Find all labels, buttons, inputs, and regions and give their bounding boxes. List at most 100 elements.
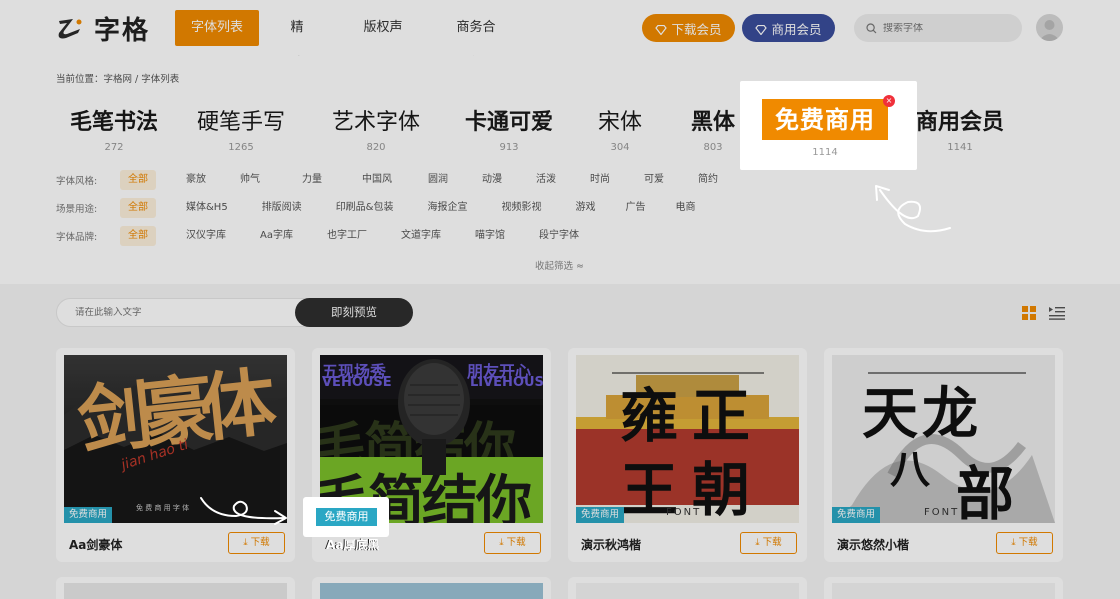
category-count: 913 [499,142,519,153]
download-vip-label: 下载会员 [671,21,722,37]
category-name: 商用会员 [915,109,1004,135]
logo-icon [56,14,84,42]
download-button[interactable]: ⤓ 下载 [740,532,797,554]
header-search[interactable] [854,14,1022,42]
category-name: 硬笔手写 [196,110,285,135]
list-view-icon[interactable] [1049,305,1065,320]
download-vip-button[interactable]: 下载会员 [642,14,735,42]
avatar[interactable] [1036,14,1063,41]
filter-row-scene: 场景用途: 全部 媒体&H5 排版阅读 印刷品&包装 海报企宣 视频影视 游戏 … [56,198,704,218]
filter-option-all[interactable]: 全部 [120,170,156,190]
filter-option[interactable]: 排版阅读 [254,198,310,218]
nav-business[interactable]: 商务合作 [452,10,500,71]
filter-option[interactable]: 中国风 [354,170,400,190]
diamond-icon [755,23,768,36]
preview-button[interactable]: 即刻预览 [295,298,413,327]
filter-option[interactable]: 汉仪字库 [178,226,234,246]
filter-option[interactable]: Aa字库 [252,226,301,246]
filter-option[interactable]: 时尚 [582,170,618,190]
filter-option[interactable]: 媒体&H5 [178,198,236,218]
filter-label: 字体品牌: [56,232,98,243]
free-commercial-tag: 免费商用 [832,507,881,523]
free-commercial-tag: 免费商用 [316,508,377,526]
filter-option[interactable]: 力量 [294,170,330,190]
top-header: 字格 字体列表 精选 版权声明 商务合作 下载会员 商用会员 [0,0,1120,71]
preview-art-note: 免 费 商 用 字 体 [136,504,190,512]
filter-option[interactable]: 视频影视 [494,198,550,218]
category-count: 272 [104,142,124,153]
font-preview-image: 天龙 八 部 FONT [832,355,1055,523]
filter-option[interactable]: 电商 [668,198,704,218]
font-title: 演示悠然小楷 [837,538,910,552]
nav-font-list[interactable]: 字体列表 [175,10,259,46]
free-commercial-tag: 免费商用 [64,507,113,523]
filter-option[interactable]: 活泼 [528,170,564,190]
business-vip-label: 商用会员 [771,21,822,37]
category-name: 艺术字体 [331,110,420,135]
nav-featured[interactable]: 精选 [285,10,309,71]
download-button[interactable]: ⤓ 下载 [484,532,541,554]
filter-option-all[interactable]: 全部 [120,226,156,246]
microphone-image [398,359,470,475]
preview-art-text: 八 [890,446,930,493]
font-card[interactable]: 天龙 八 部 FONT 免费商用 演示悠然小楷 ⤓ 下载 [824,348,1063,562]
category-calligraphy[interactable]: 毛笔书法 272 [54,104,174,153]
font-card[interactable]: 雍正 王朝 FONT 免费商用 演示秋鸿楷 ⤓ 下载 [568,348,807,562]
download-button[interactable]: ⤓ 下载 [996,532,1053,554]
grid-view-icon[interactable] [1022,305,1036,320]
business-vip-button[interactable]: 商用会员 [742,14,835,42]
font-card[interactable] [56,577,295,599]
filter-option[interactable]: 海报企宣 [420,198,476,218]
filter-option-all[interactable]: 全部 [120,198,156,218]
preview-art-text: 雍正 [620,382,765,450]
font-preview-image: 剑豪体 jian hao ti 免 费 商 用 字 体 [64,355,287,523]
font-preview-image: 雍正 王朝 FONT [576,355,799,523]
preview-text-bar: 即刻预览 [56,298,413,327]
collapse-filters-link[interactable]: 收起筛选 ≈ [535,258,584,272]
font-card[interactable]: 剑豪体 jian hao ti 免 费 商 用 字 体 免费商用 Aa剑豪体 ⤓… [56,348,295,562]
font-preview-image [576,583,799,599]
font-card[interactable] [568,577,807,599]
filter-option[interactable]: 也字工厂 [319,226,375,246]
filter-row-brand: 字体品牌: 全部 汉仪字库 Aa字库 也字工厂 文道字库 喵字馆 段宁字体 [56,226,587,246]
main-nav: 字体列表 精选 版权声明 商务合作 [175,10,500,71]
filter-label: 场景用途: [56,204,98,215]
filter-option[interactable]: 游戏 [568,198,604,218]
preview-art-text: FONT [666,507,702,518]
category-count: 1141 [947,142,973,153]
highlight-free-commercial-category[interactable]: 免费商用 × 1114 [740,81,917,170]
preview-text-input[interactable] [75,307,275,318]
filter-option[interactable]: 圆润 [420,170,456,190]
logo-text: 字格 [94,15,151,46]
category-handwriting[interactable]: 硬笔手写 1265 [181,104,301,153]
search-input[interactable] [883,22,1013,34]
font-title: Aa剑豪体 [69,538,123,552]
category-artistic[interactable]: 艺术字体 820 [316,104,436,153]
preview-art-text: 部 [956,460,1015,523]
filter-option[interactable]: 简约 [690,170,726,190]
category-cartoon[interactable]: 卡通可爱 913 [449,104,569,153]
filter-option[interactable]: 帅气 [232,170,268,190]
font-preview-image [64,583,287,599]
filter-option[interactable]: 段宁字体 [531,226,587,246]
filter-option[interactable]: 文道字库 [393,226,449,246]
preview-art-text: FONT [924,507,960,518]
nav-copyright[interactable]: 版权声明 [359,10,407,71]
close-icon[interactable]: × [883,95,895,107]
font-card[interactable] [824,577,1063,599]
free-commercial-badge: 免费商用 [762,99,888,140]
filter-option[interactable]: 喵字馆 [467,226,513,246]
download-button[interactable]: ⤓ 下载 [228,532,285,554]
page: 字格 字体列表 精选 版权声明 商务合作 下载会员 商用会员 [0,0,1120,599]
filter-option[interactable]: 广告 [618,198,654,218]
filter-panel: 当前位置：字格网 / 字体列表 毛笔书法 272 硬笔手写 1265 艺术字体 … [0,56,1120,284]
filter-option[interactable]: 豪放 [178,170,214,190]
site-logo[interactable]: 字格 [56,12,151,46]
filter-option[interactable]: 动漫 [474,170,510,190]
filter-option[interactable]: 印刷品&包装 [328,198,402,218]
category-name: 毛笔书法 [69,109,158,135]
font-card[interactable] [312,577,551,599]
filter-option[interactable]: 可爱 [636,170,672,190]
category-commercial-vip[interactable]: 商用会员 1141 [900,104,1020,153]
filter-row-style: 字体风格: 全部 豪放 帅气 力量 中国风 圆润 动漫 活泼 时尚 可爱 简约 [56,170,726,190]
